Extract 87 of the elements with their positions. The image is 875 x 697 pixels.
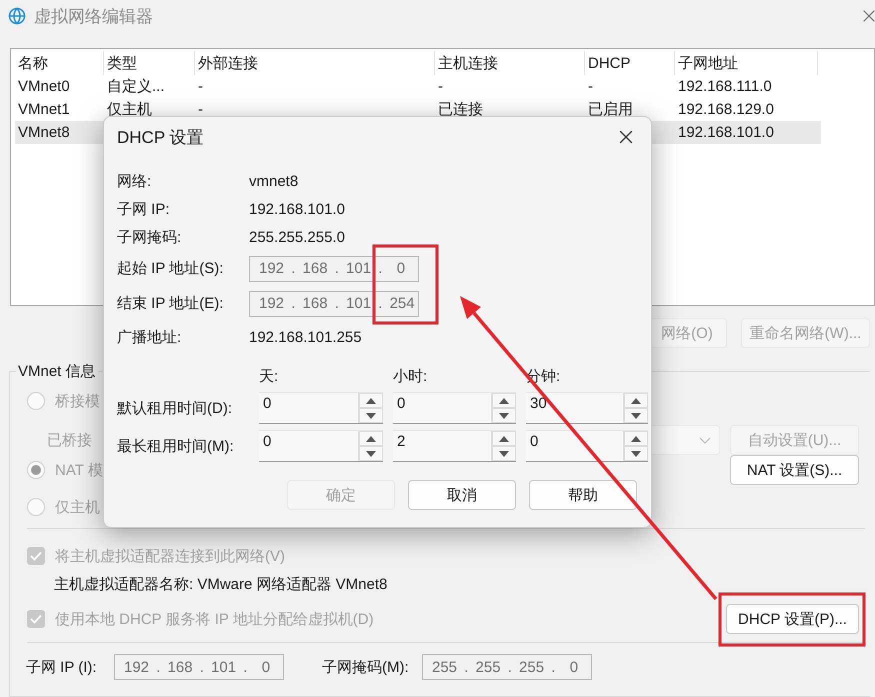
spin-box[interactable]: 0 (526, 430, 648, 462)
subnet-ip-field[interactable]: 192 . 168 . 101 . 0 (114, 654, 284, 680)
table-cell: - (198, 101, 203, 118)
down-triangle-icon (366, 450, 376, 456)
table-cell: 仅主机 (107, 101, 152, 118)
field-label: 最长租用时间(M): (117, 436, 235, 456)
spin-down-button[interactable] (492, 408, 516, 423)
column-header[interactable]: DHCP (585, 51, 675, 75)
spin-box[interactable]: 0 (393, 392, 516, 424)
window-title: 虚拟网络编辑器 (34, 6, 154, 28)
column-header[interactable]: 名称 (15, 51, 104, 75)
globe-icon (8, 7, 26, 25)
table-cell: 自定义... (107, 78, 165, 95)
up-triangle-icon (631, 436, 641, 442)
field-label: 默认租用时间(D): (117, 398, 233, 418)
subnet-mask-label: 子网掩码(M): (322, 658, 410, 676)
dhcp-settings-button[interactable]: DHCP 设置(P)... (726, 604, 859, 634)
spin-down-button[interactable] (492, 446, 516, 461)
column-header[interactable]: 外部连接 (195, 51, 435, 75)
table-cell: 192.168.111.0 (678, 78, 772, 95)
nat-settings-button[interactable]: NAT 设置(S)... (730, 455, 859, 485)
table-cell: - (588, 78, 593, 95)
table-cell: VMnet8 (18, 124, 70, 141)
dialog-button[interactable]: 取消 (408, 480, 516, 510)
spin-up-button[interactable] (359, 431, 383, 446)
table-cell: 已连接 (438, 101, 483, 118)
field-value: 255.255.255.0 (249, 228, 345, 246)
column-header[interactable]: 类型 (104, 51, 195, 75)
up-triangle-icon (499, 436, 509, 442)
spin-up-button[interactable] (624, 393, 648, 408)
check-icon (30, 551, 42, 561)
table-cell: VMnet1 (18, 101, 70, 118)
table-cell: - (438, 78, 443, 95)
down-triangle-icon (366, 412, 376, 418)
field-label: 结束 IP 地址(E): (117, 294, 224, 313)
network-row[interactable]: VMnet0 自定义... - - - 192.168.111.0 (15, 75, 821, 98)
spin-up-button[interactable] (624, 431, 648, 446)
field-label: 起始 IP 地址(S): (117, 259, 224, 278)
spin-up-button[interactable] (492, 431, 516, 446)
column-label: 小时: (393, 367, 428, 386)
dialog-title: DHCP 设置 (117, 126, 204, 148)
column-label: 天: (259, 367, 280, 386)
spin-box[interactable]: 30 (526, 392, 648, 424)
field-value: vmnet8 (249, 172, 298, 190)
checkbox-label: 使用本地 DHCP 服务将 IP 地址分配给虚拟机(D) (55, 610, 374, 628)
down-triangle-icon (631, 412, 641, 418)
field-label: 子网掩码: (117, 228, 182, 246)
adapter-name-text: 主机虚拟适配器名称: VMware 网络适配器 VMnet8 (54, 574, 388, 594)
field-label: 广播地址: (117, 328, 182, 346)
spin-up-button[interactable] (492, 393, 516, 408)
down-triangle-icon (499, 412, 509, 418)
table-cell: VMnet0 (18, 78, 70, 95)
column-header[interactable]: 主机连接 (435, 51, 585, 75)
chevron-down-icon (699, 436, 711, 444)
up-triangle-icon (366, 436, 376, 442)
spin-down-button[interactable] (624, 446, 648, 461)
spin-up-button[interactable] (359, 393, 383, 408)
up-triangle-icon (631, 398, 641, 404)
spin-down-button[interactable] (359, 446, 383, 461)
table-cell: 已启用 (588, 101, 633, 118)
radio-label: 仅主机 (55, 498, 100, 516)
radio-label: 桥接模 (55, 392, 100, 410)
bridged-label: 已桥接 (47, 430, 92, 450)
column-header[interactable]: 子网地址 (675, 51, 818, 75)
spin-box[interactable]: 0 (259, 430, 383, 462)
spin-box[interactable]: 0 (259, 392, 383, 424)
dialog-button[interactable]: 帮助 (529, 480, 637, 510)
spin-down-button[interactable] (624, 408, 648, 423)
spin-down-button[interactable] (359, 408, 383, 423)
up-triangle-icon (499, 398, 509, 404)
spin-box[interactable]: 2 (393, 430, 516, 462)
field-value: 192.168.101.0 (249, 200, 345, 218)
down-triangle-icon (631, 450, 641, 456)
field-label: 网络: (117, 172, 152, 190)
checkbox-label: 将主机虚拟适配器连接到此网络(V) (55, 546, 285, 566)
field-label: 子网 IP: (117, 200, 171, 218)
subnet-ip-label: 子网 IP (I): (26, 658, 98, 676)
table-cell: - (198, 78, 203, 95)
group-title: VMnet 信息 (17, 362, 97, 381)
down-triangle-icon (499, 450, 509, 456)
up-triangle-icon (366, 398, 376, 404)
table-cell: 192.168.129.0 (678, 101, 774, 118)
table-cell: 192.168.101.0 (678, 124, 774, 141)
subnet-mask-field[interactable]: 255 . 255 . 255 . 0 (422, 654, 592, 680)
field-value: 192.168.101.255 (249, 328, 362, 346)
radio-label: NAT 模 (55, 460, 103, 480)
check-icon (30, 614, 42, 624)
